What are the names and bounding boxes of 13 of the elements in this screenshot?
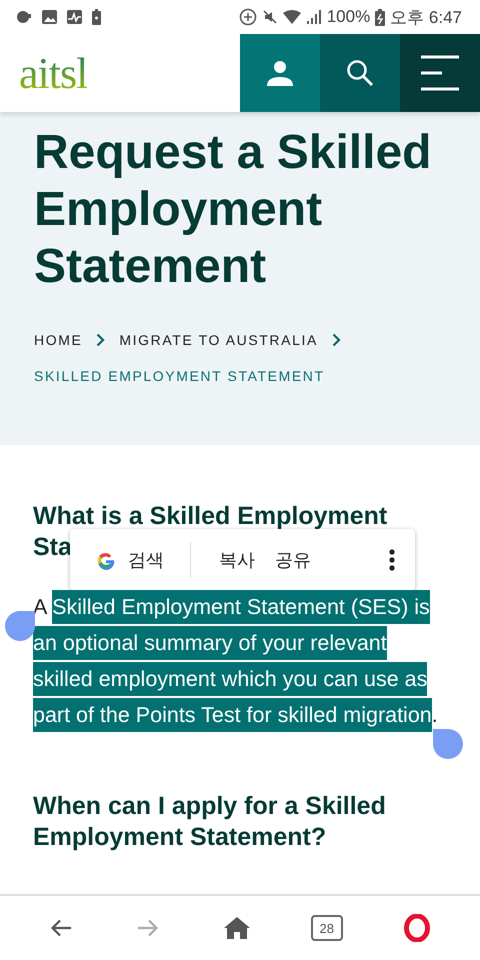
tabs-button[interactable]: 28: [310, 915, 343, 941]
breadcrumb-link[interactable]: HOME: [34, 329, 82, 351]
breadcrumb-link[interactable]: MIGRATE TO AUSTRALIA: [119, 329, 318, 351]
battery-percentage: 100%: [326, 7, 370, 27]
search-menu-item[interactable]: 검색: [88, 542, 174, 578]
section-heading: Sta: [33, 532, 72, 563]
menu-item[interactable]: 복사: [209, 542, 265, 578]
section-heading: When can I apply for a Skilled Employment Statement?: [33, 791, 387, 853]
breadcrumb-link[interactable]: SKILLED EMPLOYMENT STATEMENT: [34, 365, 325, 387]
clock: 오후 6:47: [390, 6, 462, 28]
menu-item[interactable]: 공유: [265, 542, 321, 578]
section-heading: What is a Skilled Employment: [33, 501, 388, 532]
page-title: Request a Skilled Employment Statement: [34, 125, 432, 295]
